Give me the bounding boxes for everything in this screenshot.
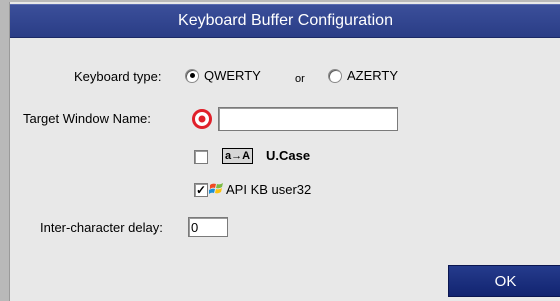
title-bar: Keyboard Buffer Configuration [10, 4, 560, 38]
api-kb-checkbox[interactable]: ✓ [194, 183, 208, 197]
radio-qwerty[interactable]: QWERTY [185, 68, 261, 83]
keyboard-buffer-dialog: Keyboard Buffer Configuration Keyboard t… [9, 2, 560, 301]
keyboard-type-label: Keyboard type: [74, 69, 162, 84]
target-window-label: Target Window Name: [23, 111, 151, 126]
radio-azerty-button[interactable] [328, 68, 342, 83]
radio-azerty-label: AZERTY [347, 68, 399, 83]
radio-azerty[interactable]: AZERTY [328, 68, 398, 83]
ok-button-label: OK [494, 272, 517, 290]
inter-char-delay-input[interactable] [188, 217, 228, 237]
check-mark-icon: ✓ [195, 183, 207, 197]
keyboard-type-separator: or [295, 73, 305, 85]
ucase-label: U.Case [266, 148, 311, 163]
target-icon[interactable] [192, 109, 212, 129]
windows-logo-icon [209, 183, 223, 194]
api-kb-label: API KB user32 [226, 182, 312, 197]
target-window-input[interactable] [218, 107, 398, 131]
ucase-icon: a→A [222, 148, 254, 164]
radio-qwerty-button[interactable] [185, 68, 199, 83]
ok-button[interactable]: OK [448, 265, 560, 297]
radio-qwerty-label: QWERTY [204, 68, 261, 83]
ucase-checkbox[interactable] [194, 150, 208, 164]
dialog-title: Keyboard Buffer Configuration [178, 12, 393, 29]
inter-char-delay-label: Inter-character delay: [40, 220, 163, 235]
